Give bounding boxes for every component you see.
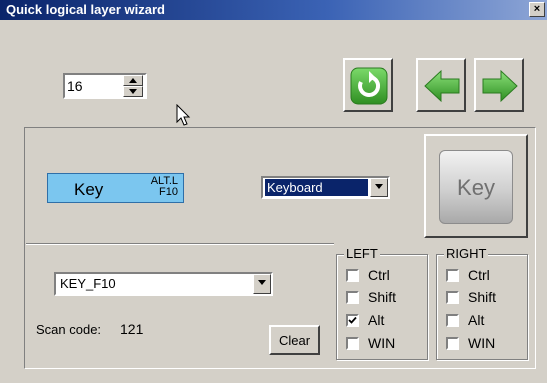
forward-button[interactable]: [474, 58, 524, 112]
scan-code-value: 121: [120, 321, 144, 337]
layer-spinner: [63, 73, 147, 99]
checkbox-box[interactable]: [346, 314, 359, 327]
device-select-dropdown-button[interactable]: [370, 178, 388, 197]
keycap-icon: Key: [439, 150, 513, 224]
checkbox-label: WIN: [468, 335, 496, 351]
checkbox-label: WIN: [368, 335, 396, 351]
checkbox-label: Ctrl: [468, 267, 490, 283]
arrow-down-icon: [129, 89, 137, 94]
chevron-down-icon: [258, 280, 266, 285]
key-capture-button[interactable]: Key: [424, 134, 528, 238]
checkbox-label: Ctrl: [368, 267, 390, 283]
checkbox-box[interactable]: [346, 269, 359, 282]
left-group-legend: LEFT: [344, 246, 380, 262]
layer-number-input[interactable]: [67, 77, 121, 95]
spin-up-button[interactable]: [123, 75, 143, 86]
arrow-up-icon: [129, 78, 137, 83]
checkbox-box[interactable]: [346, 291, 359, 304]
key-select-value: KEY_F10: [60, 276, 116, 291]
mouse-cursor-icon: [176, 104, 191, 126]
refresh-icon: [350, 67, 388, 105]
scan-code-label: Scan code:: [36, 322, 102, 337]
checkbox-label: Alt: [368, 312, 385, 328]
checkbox-label: Alt: [468, 312, 485, 328]
arrow-right-icon: [482, 69, 518, 103]
checkbox-box[interactable]: [346, 337, 359, 350]
checkbox-box[interactable]: [446, 291, 459, 304]
key-select[interactable]: KEY_F10: [54, 272, 273, 296]
key-preview-button[interactable]: Key ALT.L F10: [47, 173, 184, 203]
chevron-down-icon: [375, 184, 383, 189]
clear-button[interactable]: Clear: [269, 325, 320, 355]
window-title: Quick logical layer wizard: [6, 2, 165, 17]
title-bar: Quick logical layer wizard ×: [0, 0, 547, 20]
checkbox-box[interactable]: [446, 269, 459, 282]
checkbox-box[interactable]: [446, 337, 459, 350]
checkbox-label: Shift: [368, 289, 397, 305]
checkbox-box[interactable]: [446, 314, 459, 327]
checkmark-icon: [348, 316, 357, 324]
spin-down-button[interactable]: [123, 86, 143, 97]
right-group-legend: RIGHT: [444, 246, 489, 262]
back-button[interactable]: [416, 58, 466, 112]
device-select-value: Keyboard: [265, 179, 368, 196]
close-button[interactable]: ×: [529, 2, 545, 17]
right-modifiers-group: RIGHT Ctrl Shift Alt WIN: [436, 246, 528, 360]
refresh-button[interactable]: [343, 58, 393, 112]
left-modifiers-group: LEFT Ctrl Shift Alt WIN: [336, 246, 428, 360]
panel-divider: [26, 243, 334, 245]
arrow-left-icon: [424, 69, 460, 103]
key-preview-modifiers: ALT.L F10: [151, 176, 178, 198]
device-select[interactable]: Keyboard: [261, 176, 390, 199]
close-icon: ×: [533, 3, 541, 15]
key-preview-label: Key: [74, 180, 104, 199]
checkbox-label: Shift: [468, 289, 497, 305]
keycap-label: Key: [457, 175, 495, 200]
key-preview-key: F10: [159, 186, 178, 198]
key-select-dropdown-button[interactable]: [253, 274, 271, 294]
